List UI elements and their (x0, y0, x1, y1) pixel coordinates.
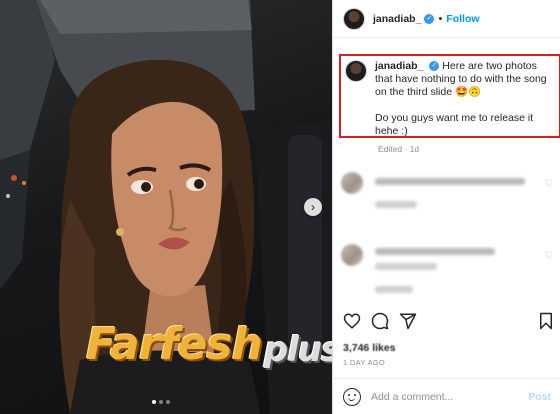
carousel-dot (159, 400, 163, 404)
post-side-panel: janadiab_ ✓ • Follow janadiab_ ✓ Here ar… (332, 0, 560, 414)
comment-avatar[interactable] (341, 244, 363, 266)
chevron-right-icon: › (311, 200, 315, 214)
comment-item: ♡ (341, 244, 555, 309)
verified-badge-icon: ✓ (429, 61, 440, 72)
comment-avatar[interactable] (341, 172, 363, 194)
carousel-dot (166, 400, 170, 404)
avatar[interactable] (343, 7, 365, 30)
carousel-dot-active (152, 400, 156, 404)
watermark-sub-text: plus.com (263, 330, 332, 370)
post-actions (343, 310, 555, 332)
blurred-comment-text (375, 248, 495, 255)
watermark-main-text: Farfesh (86, 319, 263, 370)
caption-username[interactable]: janadiab_ (375, 60, 423, 72)
blurred-comment-meta (375, 201, 417, 208)
comment-like-icon[interactable]: ♡ (545, 250, 553, 261)
blurred-comment-meta (375, 286, 413, 293)
next-photo-button[interactable]: › (304, 198, 322, 216)
username-link[interactable]: janadiab_ (373, 13, 421, 25)
blurred-comment-text (375, 178, 525, 185)
blurred-comment-text (375, 263, 437, 270)
likes-count[interactable]: 3,746 likes (343, 342, 396, 354)
post-header: janadiab_ ✓ • Follow (333, 0, 560, 38)
paper-plane-icon[interactable] (399, 312, 417, 330)
bookmark-icon[interactable] (537, 312, 555, 330)
verified-badge-icon: ✓ (424, 13, 435, 24)
follow-button[interactable]: Follow (446, 13, 479, 25)
post-time-ago: 1 DAY AGO (343, 358, 386, 367)
add-comment-bar: Post (333, 378, 560, 414)
caption-line-2: Do you guys want me to release it hehe :… (375, 112, 534, 137)
site-watermark: Farfesh plus.com (86, 314, 332, 370)
carousel-dots (152, 400, 170, 404)
comment-item: ♡ (341, 172, 555, 224)
comment-like-icon[interactable]: ♡ (545, 178, 553, 189)
caption-text: janadiab_ ✓ Here are two photos that hav… (375, 60, 555, 137)
edited-timestamp: Edited · 1d (378, 144, 420, 154)
caption-avatar[interactable] (345, 60, 367, 82)
smiley-icon[interactable] (343, 387, 361, 406)
speech-bubble-icon[interactable] (371, 312, 389, 330)
heart-icon[interactable] (343, 312, 361, 330)
post-comment-button[interactable]: Post (528, 391, 551, 403)
post-photo[interactable]: › Farfesh plus.com (0, 0, 332, 414)
caption-highlight-box: janadiab_ ✓ Here are two photos that hav… (339, 54, 560, 138)
comment-input[interactable] (371, 390, 521, 403)
header-separator: • (438, 12, 443, 25)
